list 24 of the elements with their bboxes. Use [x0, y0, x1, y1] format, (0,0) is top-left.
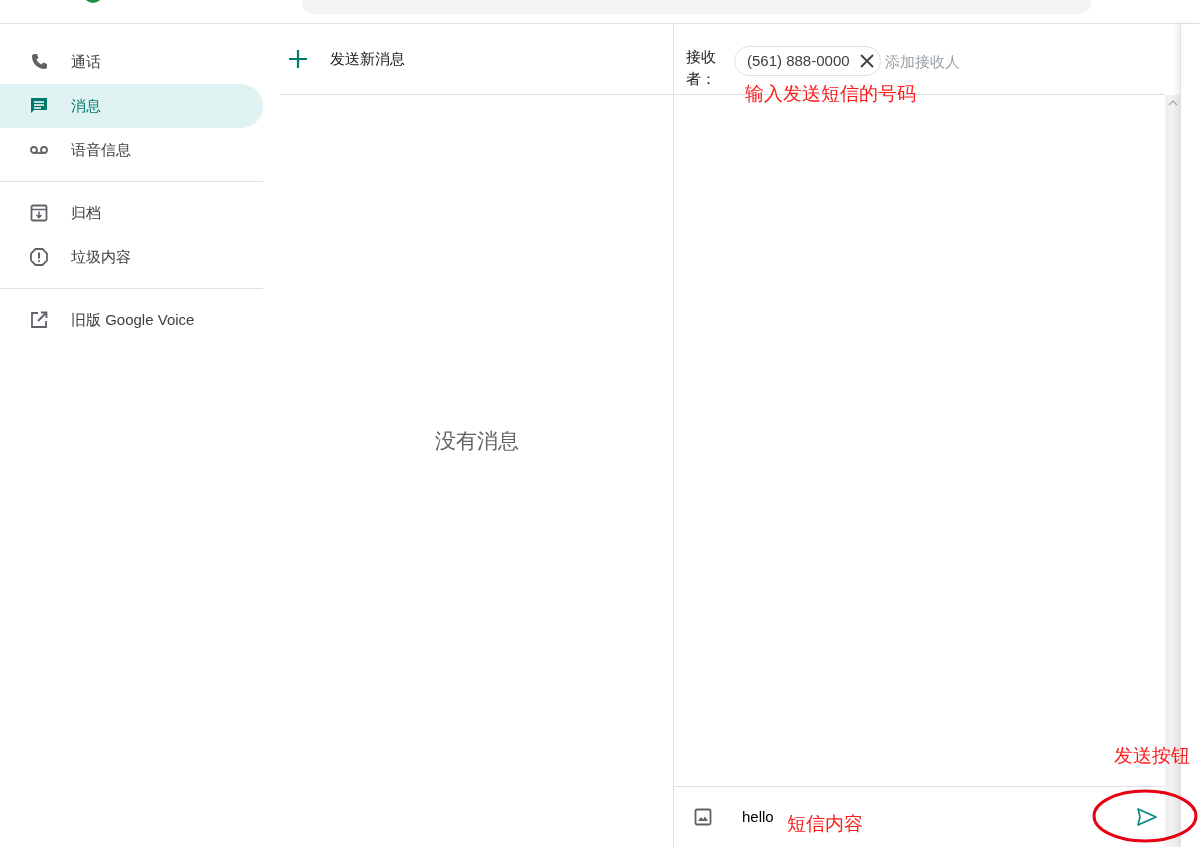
phone-icon	[29, 52, 49, 72]
close-icon[interactable]	[859, 54, 874, 68]
message-field[interactable]: hello	[740, 804, 780, 830]
annotation-text: 输入发送短信的号码	[745, 84, 916, 105]
sidebar-item[interactable]: 垃圾内容	[0, 235, 263, 279]
alert-icon	[29, 247, 49, 267]
recipient-label: 接收者：	[686, 47, 717, 89]
image-icon[interactable]	[694, 808, 712, 826]
sidebar-item[interactable]: 语音信息	[0, 128, 263, 172]
external-link-icon	[29, 310, 49, 330]
sidebar-item[interactable]: 消息	[0, 84, 263, 128]
sidebar-item[interactable]: 通话	[0, 40, 263, 84]
send-icon	[1137, 808, 1157, 826]
annotation-text: 短信内容	[787, 814, 863, 835]
plus-icon	[288, 49, 308, 69]
phone-number: (561) 888-0000	[747, 50, 850, 71]
chat-icon	[29, 96, 49, 116]
sidebar-item[interactable]: 旧版 Google Voice	[0, 298, 263, 342]
new-message-button[interactable]: 发送新消息	[288, 47, 405, 71]
send-button[interactable]	[1137, 808, 1157, 826]
sidebar-item[interactable]: 归档	[0, 191, 263, 235]
archive-icon	[29, 203, 49, 223]
annotation-text: 发送按钮	[1114, 746, 1190, 767]
empty-state-text: 没有消息	[434, 428, 519, 455]
